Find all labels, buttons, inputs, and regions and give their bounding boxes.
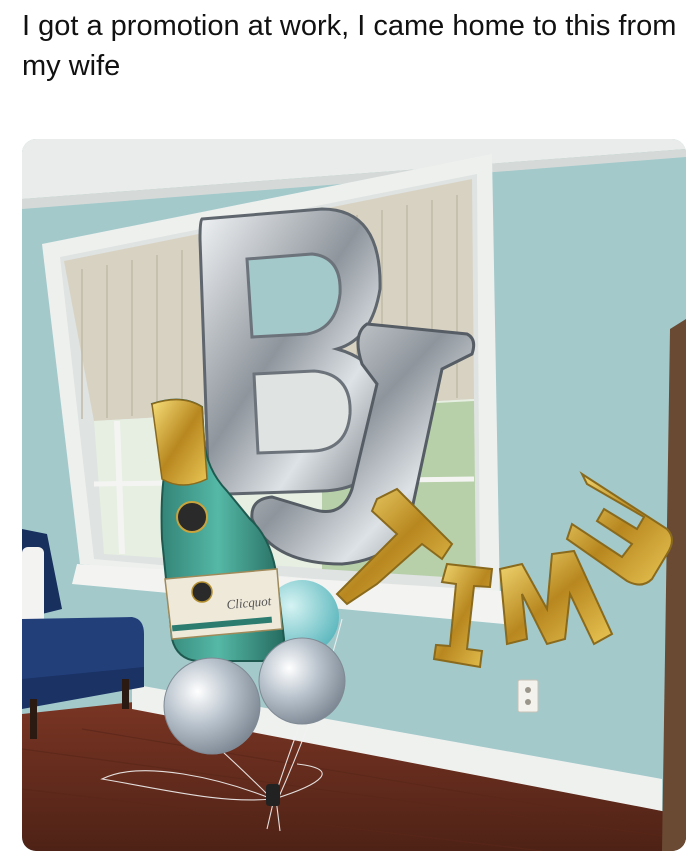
svg-text:M: M [22, 139, 23, 140]
balloon-scene: B Clicquot [22, 139, 686, 851]
svg-text:T: T [22, 139, 23, 140]
svg-text:B: B [22, 139, 23, 140]
silver-balloon-right [258, 637, 346, 725]
wall-outlet [517, 679, 539, 713]
balloon-weight [266, 784, 280, 806]
svg-text:E: E [22, 139, 23, 140]
post-caption: I got a promotion at work, I came home t… [22, 10, 677, 82]
svg-text:J: J [22, 139, 23, 140]
meme-post: I got a promotion at work, I came home t… [0, 0, 700, 867]
svg-text:I: I [22, 139, 23, 140]
white-pillow [22, 547, 44, 627]
post-photo[interactable]: B Clicquot [22, 139, 686, 851]
silver-balloon-left [163, 657, 261, 755]
